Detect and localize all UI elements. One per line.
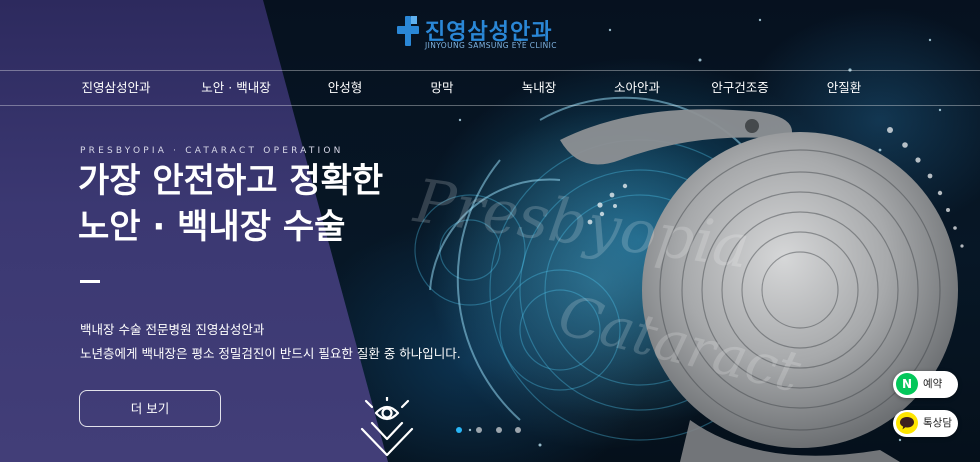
slider-dot-1[interactable] [456, 427, 462, 433]
hero-description: 백내장 수술 전문병원 진영삼성안과 노년층에게 백내장은 평소 정밀검진이 반… [80, 318, 461, 366]
hero-eyebrow: PRESBYOPIA · CATARACT OPERATION [80, 146, 344, 156]
naver-reservation-button[interactable]: N 예약 [893, 371, 958, 398]
reservation-label: 예약 [923, 378, 943, 390]
nav-item-eye-disease[interactable]: 안질환 [827, 71, 862, 105]
more-button[interactable]: 더 보기 [79, 390, 221, 427]
clinic-logo[interactable]: 진영삼성안과 JINYOUNG SAMSUNG EYE CLINIC [397, 14, 583, 54]
hero-headline-line1: 가장 안전하고 정확한 [78, 161, 384, 201]
nav-item-retina[interactable]: 망막 [430, 71, 453, 105]
kakao-talk-consult-button[interactable]: 톡상담 [893, 410, 958, 437]
cross-logo-icon [397, 16, 419, 46]
logo-english-text: JINYOUNG SAMSUNG EYE CLINIC [425, 41, 557, 50]
hero-description-line2: 노년층에게 백내장은 평소 정밀검진이 반드시 필요한 질환 중 하나입니다. [80, 346, 461, 361]
hero-headline: 가장 안전하고 정확한 노안 · 백내장 수술 [78, 158, 383, 250]
hero-description-line1: 백내장 수술 전문병원 진영삼성안과 [80, 322, 265, 337]
slider-dot-4[interactable] [515, 427, 521, 433]
slider-dot-2[interactable] [476, 427, 482, 433]
hero-section: 진영삼성안과 JINYOUNG SAMSUNG EYE CLINIC 진영삼성안… [0, 0, 980, 462]
headline-divider [80, 280, 100, 283]
nav-item-eye-plastic[interactable]: 안성형 [328, 71, 363, 105]
main-navigation: 진영삼성안과 노안 · 백내장 안성형 망막 녹내장 소아안과 안구건조증 안질… [0, 70, 980, 106]
nav-item-pediatric[interactable]: 소아안과 [614, 71, 660, 105]
talk-consult-label: 톡상담 [923, 417, 952, 429]
hero-headline-line2: 노안 · 백내장 수술 [78, 207, 346, 247]
scroll-down-eye-icon[interactable] [358, 397, 420, 459]
nav-item-dry-eye[interactable]: 안구건조증 [711, 71, 769, 105]
nav-item-clinic[interactable]: 진영삼성안과 [81, 71, 150, 105]
naver-n-icon: N [896, 373, 918, 395]
kakao-talk-icon [896, 412, 918, 434]
nav-item-presbyopia-cataract[interactable]: 노안 · 백내장 [201, 71, 270, 105]
slider-dot-3[interactable] [496, 427, 502, 433]
nav-item-glaucoma[interactable]: 녹내장 [522, 71, 557, 105]
